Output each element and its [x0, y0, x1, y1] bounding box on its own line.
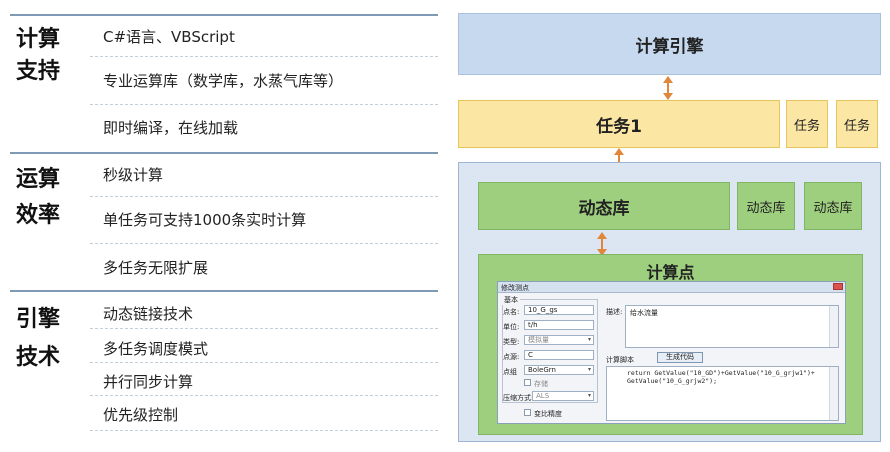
category-compute-line2: 支持 [16, 59, 61, 84]
feature-item: 即时编译，在线加载 [103, 119, 239, 137]
compress-label: 压缩方式: [503, 394, 534, 402]
divider [10, 14, 438, 16]
dynamic-lib-label: 动态库 [746, 200, 786, 216]
feature-item: 优先级控制 [103, 406, 179, 424]
feature-item: C#语言、VBScript [103, 28, 235, 46]
type-label: 类型: [503, 338, 520, 346]
script-code: return GetValue("10_GD")+GetValue("10_G_… [627, 369, 815, 385]
chevron-down-icon: ▾ [587, 336, 591, 343]
divider [90, 328, 438, 329]
store-label: 存储 [534, 380, 548, 388]
feature-item: 多任务调度模式 [103, 340, 209, 358]
basic-group-label: 基本 [502, 295, 520, 305]
scrollbar[interactable] [829, 306, 838, 347]
dynamic-lib-label: 动态库 [813, 200, 853, 216]
unit-label: 单位: [503, 323, 520, 331]
divider [90, 196, 438, 197]
feature-item: 秒级计算 [103, 166, 164, 184]
unit-field[interactable]: t/h [524, 320, 594, 330]
dynamic-lib-main-box: 动态库 [478, 182, 730, 230]
category-efficiency-line1: 运算 [16, 167, 61, 192]
task-main-box: 任务1 [458, 100, 780, 148]
double-arrow-icon [663, 76, 673, 100]
group-label: 点组 [503, 368, 517, 376]
script-label: 计算脚本 [606, 356, 634, 364]
compress-value: ALS [536, 392, 550, 400]
script-textarea[interactable]: return GetValue("10_GD")+GetValue("10_G_… [606, 366, 839, 421]
compress-select[interactable]: ALS ▾ [532, 391, 594, 401]
varcomp-checkbox[interactable] [524, 409, 531, 416]
dynamic-lib-main-label: 动态库 [578, 198, 630, 219]
compute-engine-label: 计算引擎 [635, 36, 704, 57]
scrollbar[interactable] [829, 367, 838, 420]
divider [10, 290, 438, 292]
desc-textarea[interactable]: 给水流量 [625, 305, 839, 348]
dynamic-lib-box: 动态库 [804, 182, 862, 230]
compute-engine-box: 计算引擎 [458, 13, 881, 75]
divider [90, 56, 438, 57]
feature-item: 专业运算库（数学库，水蒸气库等） [103, 72, 344, 90]
category-engine-line1: 引擎 [16, 307, 61, 332]
feature-item: 动态链接技术 [103, 305, 194, 323]
task-label: 任务 [793, 118, 820, 134]
task-label: 任务 [843, 118, 870, 134]
type-select[interactable]: 模拟量 ▾ [524, 335, 594, 345]
desc-label: 描述: [606, 308, 623, 316]
category-engine-line2: 技术 [16, 345, 61, 370]
dynamic-lib-box: 动态库 [737, 182, 795, 230]
close-icon[interactable] [833, 283, 843, 290]
group-value: BoleGrn [528, 366, 556, 374]
divider [90, 362, 438, 363]
generate-code-button[interactable]: 生成代码 [657, 352, 703, 363]
task-box: 任务 [836, 100, 878, 148]
source-field[interactable]: C [524, 350, 594, 360]
divider [10, 152, 438, 154]
feature-item: 并行同步计算 [103, 373, 194, 391]
name-field[interactable]: 10_G_gs [524, 305, 594, 315]
group-select[interactable]: BoleGrn ▾ [524, 365, 594, 375]
divider [90, 395, 438, 396]
chevron-down-icon: ▾ [587, 392, 591, 399]
varcomp-label: 变比精度 [534, 410, 562, 418]
calc-point-title: 计算点 [646, 263, 695, 282]
chevron-down-icon: ▾ [587, 366, 591, 373]
divider [90, 430, 438, 431]
task-main-label: 任务1 [596, 116, 642, 137]
divider [90, 243, 438, 244]
feature-table: 计算 支持 C#语言、VBScript 专业运算库（数学库，水蒸气库等） 即时编… [0, 0, 440, 452]
desc-value: 给水流量 [630, 309, 658, 317]
task-box: 任务 [786, 100, 828, 148]
name-label: 点名: [503, 308, 520, 316]
divider [90, 104, 438, 105]
double-arrow-icon [597, 232, 607, 256]
dialog-title: 修改测点 [501, 284, 529, 292]
edit-point-dialog: 修改测点 基本 点名: 10_G_gs 单位: t/h 类型: 模拟量 ▾ 点源:… [497, 281, 846, 424]
feature-item: 多任务无限扩展 [103, 259, 209, 277]
source-label: 点源: [503, 353, 520, 361]
feature-item: 单任务可支持1000条实时计算 [103, 211, 307, 229]
store-checkbox[interactable] [524, 379, 531, 386]
category-efficiency-line2: 效率 [16, 203, 61, 228]
dialog-titlebar: 修改测点 [498, 282, 845, 293]
type-value: 模拟量 [528, 336, 549, 344]
